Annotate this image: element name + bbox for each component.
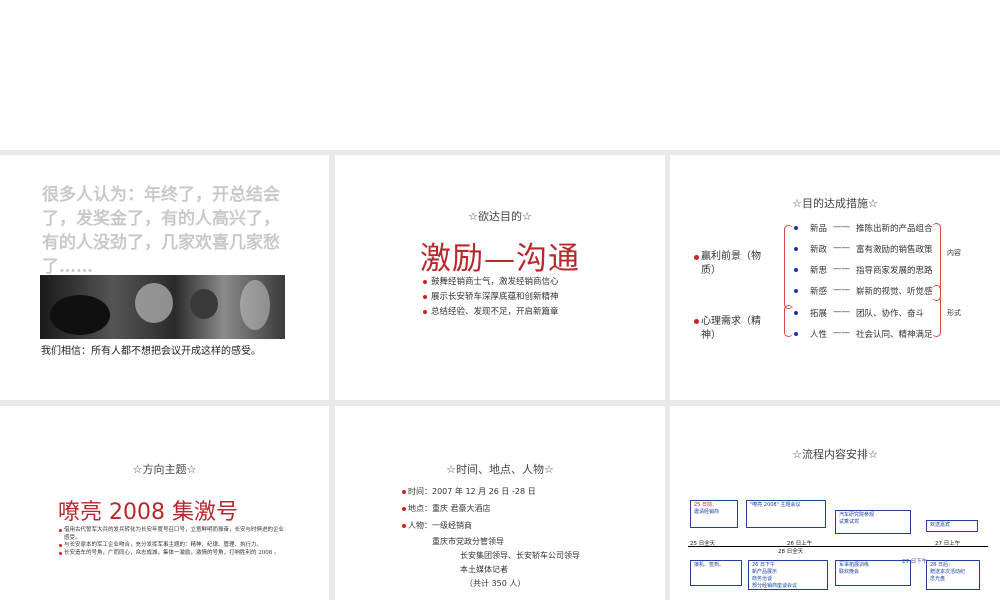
bullet-dot: [402, 490, 406, 494]
list-item: 展示长安轿车深厚底蕴和创新精神: [423, 290, 559, 305]
measure-desc: 崭新的视觉、听觉感: [856, 287, 933, 297]
list-item: 借用古代誓军大兵的发兵转化为长安年度号召口号，立意鲜明而振奋，长安与时俱进的企业…: [59, 527, 284, 542]
box-line: 军事拓展训练: [839, 562, 870, 568]
box-line: 新产品展示: [752, 569, 778, 575]
box-line: 汽车研究院参观: [839, 512, 875, 518]
slide-quote[interactable]: 很多人认为：年终了，开总结会了，发奖金了，有的人高兴了，有的人没劲了，几家欢喜几…: [0, 155, 329, 400]
timeline-label: 26 日上午: [787, 541, 813, 547]
measure-desc: 指导商家发展的思路: [856, 266, 933, 276]
theme-bullets: 借用古代誓军大兵的发兵转化为长安年度号召口号，立意鲜明而振奋，长安与时俱进的企业…: [59, 527, 284, 557]
box-line: 部分经销商座谈会议: [752, 583, 798, 589]
slide-schedule[interactable]: ☆流程内容安排☆ 25 日前： 邀请经销商 "嘹亮 2008" 主题会议 汽车研…: [670, 406, 1000, 600]
bullet-dot: [402, 507, 406, 511]
measure-key: 新品: [810, 224, 828, 234]
timeline-label: 25 日全天: [690, 541, 716, 547]
people-line: 本土媒体记者: [460, 565, 508, 574]
item-dot: [794, 311, 798, 315]
people-text: 人物：一级经销商: [408, 521, 472, 530]
measure-dash: ——: [833, 285, 850, 295]
measure-desc: 富有激励的销售政策: [856, 245, 933, 255]
item-dot: [794, 226, 798, 230]
measure-dash: ——: [833, 328, 850, 338]
measure-key: 新政: [810, 245, 828, 255]
quote-text: 很多人认为：年终了，开总结会了，发奖金了，有的人高兴了，有的人没劲了，几家欢喜几…: [42, 185, 280, 277]
people-line: 长安集团领导、长安轿车公司领导: [460, 551, 580, 560]
left-brace: [784, 225, 793, 309]
measure-dash: ——: [833, 307, 850, 317]
box-line: 联欢晚会: [839, 569, 860, 575]
slide-title: ☆方向主题☆: [132, 463, 197, 476]
measure-desc: 推陈出新的产品组合: [856, 224, 933, 234]
slide-time-place-people[interactable]: ☆时间、地点、人物☆ 时间：2007 年 12 月 26 日 -28 日 地点：…: [335, 406, 665, 600]
photo-caption: 我们相信：所有人都不想把会议开成这样的感受。: [41, 346, 261, 357]
left-brace: [784, 305, 793, 337]
item-dot: [794, 268, 798, 272]
main-heading: 激励—沟通: [420, 241, 580, 277]
meeting-photo: [40, 275, 285, 339]
slide-objective[interactable]: ☆欲达目的☆ 激励—沟通 鼓舞经销商士气，激发经销商信心 展示长安轿车深厚底蕴和…: [335, 155, 665, 400]
box-line: "嘹亮 2008" 主题会议: [750, 502, 801, 508]
measure-key: 新思: [810, 266, 828, 276]
box-line: 28 日后：: [930, 562, 953, 568]
slide-title: ☆时间、地点、人物☆: [446, 463, 554, 476]
list-item: 总结经验、发现不足，开启新篇章: [423, 305, 559, 320]
measure-dash: ——: [833, 264, 850, 274]
slide-title: ☆流程内容安排☆: [792, 448, 878, 461]
slide-title: ☆欲达目的☆: [468, 210, 532, 223]
blank-slide-area: [0, 0, 1000, 150]
people-line: （共计 350 人）: [465, 579, 526, 588]
slide-measures[interactable]: ☆目的达成措施☆ 赢利前景（物质） 心理需求（精神） 新品 —— 推陈出新的产品…: [670, 155, 1000, 400]
measure-dash: ——: [833, 243, 850, 253]
measure-desc: 社会认同、精神满足: [856, 330, 933, 340]
group-label-material: 赢利前景（物质）: [701, 251, 761, 276]
schedule-box: 28 日后： 赠送本次活动纪 念光盘: [926, 560, 980, 590]
list-item: 与长安原本的军工企业吻合，充分发挥军事主题的：精神、纪律、管理、执行力。: [59, 542, 284, 550]
time-text: 时间：2007 年 12 月 26 日 -28 日: [408, 487, 536, 496]
place-text: 地点：重庆 君豪大酒店: [408, 504, 491, 513]
box-line: 念光盘: [930, 576, 946, 582]
box-line: 26 日下午: [752, 562, 775, 568]
measure-dash: ——: [833, 222, 850, 232]
box-line: 欢送嘉宾: [930, 522, 951, 528]
list-item: 鼓舞经销商士气，激发经销商信心: [423, 275, 559, 290]
slide-title: ☆目的达成措施☆: [792, 197, 878, 210]
box-line: 邀请经销商: [694, 509, 720, 515]
right-brace: [932, 285, 941, 337]
box-line: 接机、签到。: [694, 562, 725, 568]
box-line: 试乘试驾: [839, 519, 860, 525]
measure-key: 新感: [810, 287, 828, 297]
schedule-box: 接机、签到。: [690, 560, 742, 586]
measure-key: 人性: [810, 330, 828, 340]
item-dot: [794, 289, 798, 293]
schedule-box: 汽车研究院参观 试乘试驾: [835, 510, 911, 534]
list-item: 长安造车的号角，广而同心，众志成城，集体一激励，激情的号角，打响胜利的 2008…: [59, 550, 284, 558]
schedule-box: 军事拓展训练 联欢晚会: [835, 560, 911, 586]
theme-heading: 嘹亮 2008 集激号: [58, 500, 238, 525]
timeline-label: 28 日全天: [778, 549, 804, 555]
box-line: 25 日前：: [694, 502, 717, 508]
timeline-label: 27 日上午: [935, 541, 961, 547]
schedule-box: "嘹亮 2008" 主题会议: [746, 500, 826, 528]
slide-theme[interactable]: ☆方向主题☆ 嘹亮 2008 集激号 借用古代誓军大兵的发兵转化为长安年度号召口…: [0, 406, 329, 600]
bullet-dot: [402, 524, 406, 528]
timeline-label: 27 日下午: [902, 559, 928, 565]
measure-desc: 团队、协作、奋斗: [856, 309, 925, 319]
objective-list: 鼓舞经销商士气，激发经销商信心 展示长安轿车深厚底蕴和创新精神 总结经验、发现不…: [423, 275, 559, 320]
content-label: 内容: [947, 249, 961, 257]
box-line: 赠送本次活动纪: [930, 569, 966, 575]
schedule-box: 25 日前： 邀请经销商: [690, 500, 738, 528]
item-dot: [794, 247, 798, 251]
bullet-dot: [694, 255, 699, 260]
form-label: 形式: [947, 309, 961, 317]
schedule-box: 26 日下午 新产品展示 商务治谈 部分经销商座谈会议: [748, 560, 828, 590]
people-line: 重庆市党政分管领导: [432, 537, 504, 546]
box-line: 商务治谈: [752, 576, 773, 582]
group-label-spirit: 心理需求（精神）: [701, 316, 761, 341]
schedule-box: 欢送嘉宾: [926, 520, 978, 532]
measure-key: 拓展: [810, 309, 828, 319]
item-dot: [794, 332, 798, 336]
bullet-dot: [694, 319, 699, 324]
